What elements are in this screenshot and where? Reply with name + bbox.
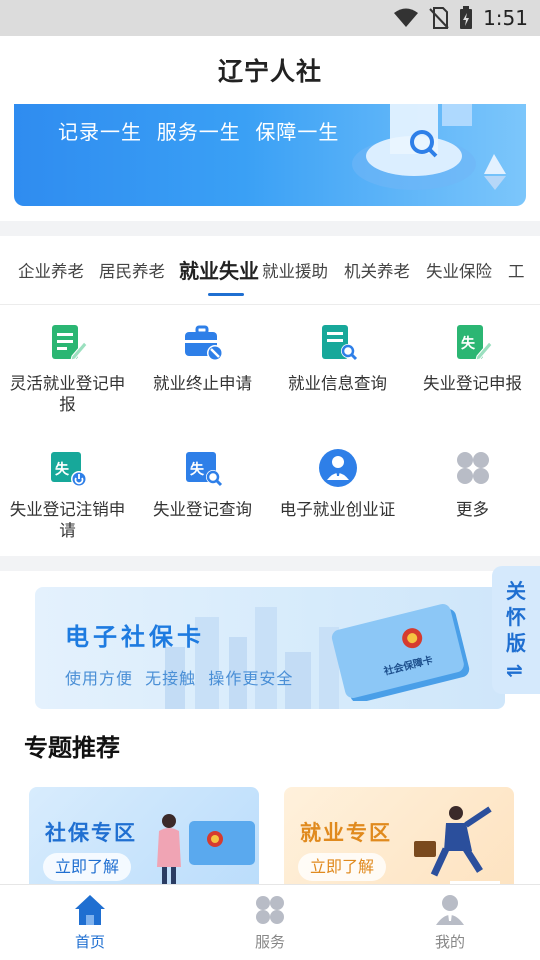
app-screen: 1:51 辽宁人社 记录一生 服务一生 保障一生 企业养老 居民养老 就业失业 … xyxy=(0,0,540,960)
category-tabs: 企业养老 居民养老 就业失业 就业援助 机关养老 失业保险 工 xyxy=(0,236,540,305)
service-label: 就业信息查询 xyxy=(288,374,387,393)
service-unemployment-cancellation[interactable]: 失 失业登记注销申请 xyxy=(0,432,135,552)
service-label: 失业登记查询 xyxy=(153,500,252,519)
service-flexible-employment[interactable]: 灵活就业登记申报 xyxy=(0,306,135,426)
nav-services[interactable]: 服务 xyxy=(180,885,360,960)
tab-employment-assistance[interactable]: 就业援助 xyxy=(262,258,328,282)
more-grid-icon xyxy=(457,452,489,484)
topic-title: 就业专区 xyxy=(300,821,392,845)
home-icon xyxy=(75,895,105,925)
service-unemployment-query[interactable]: 失 失业登记查询 xyxy=(135,432,270,552)
no-sim-icon xyxy=(429,7,449,29)
battery-icon xyxy=(460,6,473,29)
svg-text:失: 失 xyxy=(55,461,70,478)
service-label: 就业终止申请 xyxy=(153,374,252,393)
switch-icon: ⇌ xyxy=(506,658,523,682)
learn-more-button[interactable]: 立即了解 xyxy=(298,853,387,881)
app-header: 辽宁人社 xyxy=(0,36,540,104)
learn-more-button[interactable]: 立即了解 xyxy=(43,853,132,881)
top-banner[interactable]: 记录一生 服务一生 保障一生 xyxy=(14,104,526,206)
care-mode-label: 关怀版 xyxy=(506,579,526,655)
unemployment-edit-icon: 失 xyxy=(457,325,493,361)
status-bar: 1:51 xyxy=(0,0,540,36)
wifi-icon xyxy=(394,8,419,27)
tab-resident-pension[interactable]: 居民养老 xyxy=(99,258,165,282)
nav-label: 我的 xyxy=(434,933,465,951)
status-time: 1:51 xyxy=(483,6,528,30)
unemployment-search-icon: 失 xyxy=(186,452,223,487)
banner-title: 电子社保卡 xyxy=(65,623,205,651)
service-more[interactable]: 更多 xyxy=(405,432,540,552)
service-panel: 企业养老 居民养老 就业失业 就业援助 机关养老 失业保险 工 灵活就业登记申报 xyxy=(0,236,540,556)
bottom-navigation: 首页 服务 我的 xyxy=(0,884,540,960)
service-employment-info-query[interactable]: 就业信息查询 xyxy=(270,306,405,426)
top-banner-section: 记录一生 服务一生 保障一生 xyxy=(0,104,540,221)
social-security-card-banner[interactable]: 电子社保卡 使用方便 无接触 操作更安全 社会保障卡 xyxy=(35,587,505,709)
city-skyline xyxy=(165,607,339,709)
document-edit-icon xyxy=(52,325,88,361)
nav-home[interactable]: 首页 xyxy=(0,885,180,960)
service-unemployment-registration[interactable]: 失 失业登记申报 xyxy=(405,306,540,426)
document-search-icon xyxy=(322,325,358,361)
active-tab-indicator xyxy=(208,293,244,296)
banner-illustration xyxy=(352,104,506,190)
service-label: 灵活就业登记申报 xyxy=(9,374,126,414)
banner-slogan: 记录一生 服务一生 保障一生 xyxy=(58,120,340,144)
tab-employment-unemployment[interactable]: 就业失业 xyxy=(179,255,259,284)
svg-text:失: 失 xyxy=(190,461,205,478)
service-employment-termination[interactable]: 就业终止申请 xyxy=(135,306,270,426)
person-badge-icon xyxy=(319,449,357,487)
unemployment-cancel-icon: 失 xyxy=(51,452,87,487)
nav-label: 首页 xyxy=(74,933,105,951)
service-label: 失业登记注销申请 xyxy=(9,500,126,540)
nav-profile[interactable]: 我的 xyxy=(360,885,540,960)
tab-government-pension[interactable]: 机关养老 xyxy=(344,258,410,282)
banner-subtitle: 使用方便 无接触 操作更安全 xyxy=(65,669,294,688)
profile-icon xyxy=(436,895,464,925)
social-security-card-illustration xyxy=(331,603,470,701)
topic-title: 社保专区 xyxy=(45,821,137,845)
tab-enterprise-pension[interactable]: 企业养老 xyxy=(18,258,84,282)
tab-work-injury[interactable]: 工 xyxy=(508,258,525,282)
page-title: 辽宁人社 xyxy=(217,57,322,86)
briefcase-stop-icon xyxy=(185,325,223,361)
tab-unemployment-insurance[interactable]: 失业保险 xyxy=(426,258,492,282)
service-label: 电子就业创业证 xyxy=(279,500,396,519)
care-mode-button[interactable]: 关怀版 ⇌ xyxy=(492,566,540,694)
svg-text:失: 失 xyxy=(461,335,476,352)
nav-label: 服务 xyxy=(254,933,285,951)
service-label: 失业登记申报 xyxy=(423,374,522,393)
service-label: 更多 xyxy=(456,500,489,519)
section-title: 专题推荐 xyxy=(24,734,120,762)
services-icon xyxy=(256,896,284,924)
service-electronic-employment-card[interactable]: 电子就业创业证 xyxy=(270,432,405,552)
